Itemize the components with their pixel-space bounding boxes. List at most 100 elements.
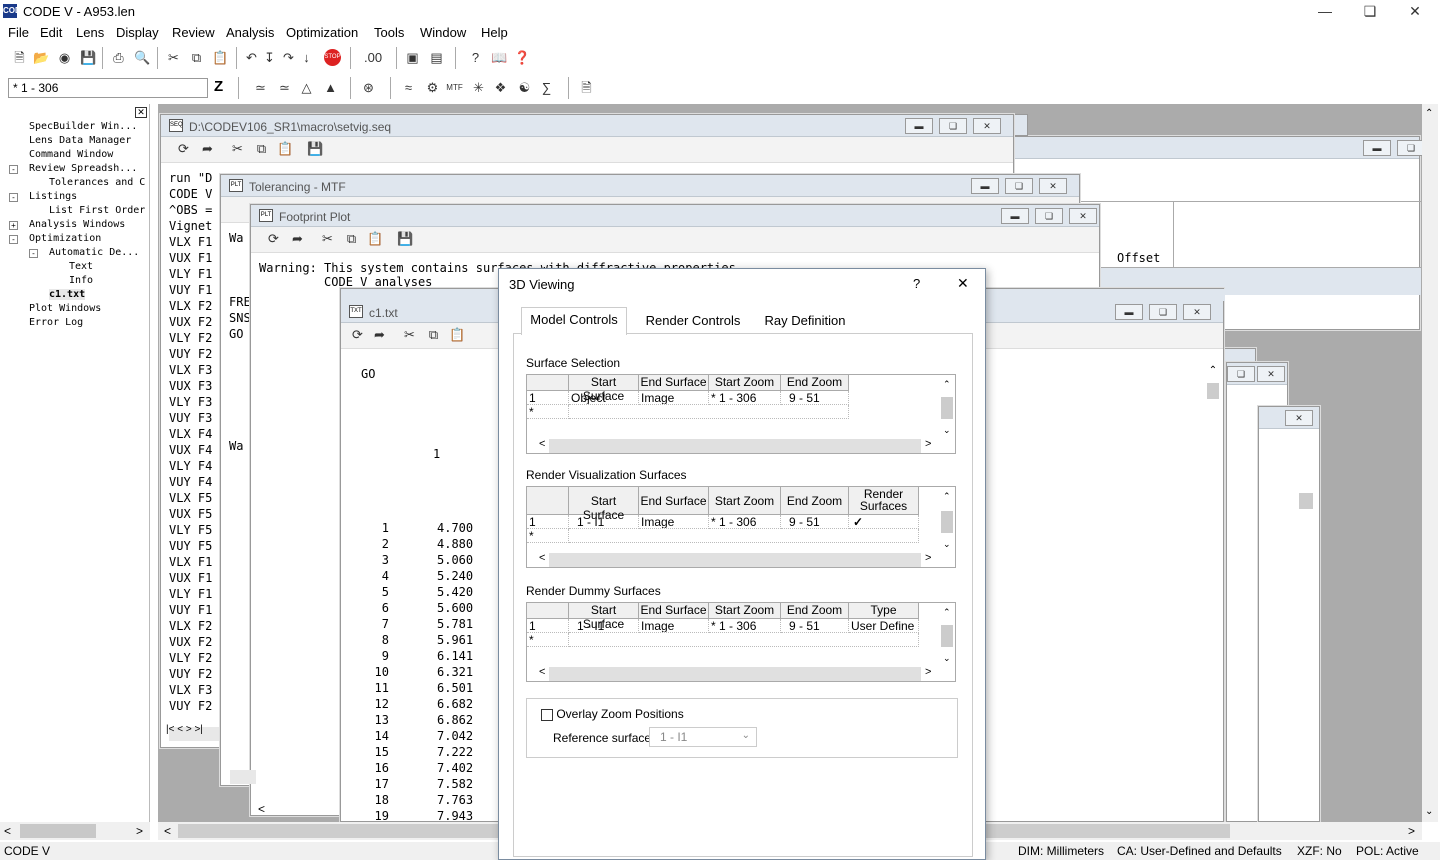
scroll-up-icon[interactable]: ⌃ <box>943 491 951 502</box>
grid-cell[interactable]: Image <box>639 515 709 529</box>
grid-cell[interactable]: 9 - 51 <box>781 515 849 529</box>
cut-icon[interactable]: ✂ <box>319 230 336 247</box>
scroll-right-icon[interactable]: > <box>1408 824 1415 838</box>
tree-item[interactable]: Lens Data Manager <box>29 135 131 146</box>
mtf-icon[interactable]: MTF <box>446 79 463 96</box>
save-icon[interactable]: 💾 <box>397 230 414 247</box>
mdi-vertical-scrollbar[interactable]: ⌃ ⌄ <box>1422 104 1438 822</box>
context-help-icon[interactable]: ❓ <box>514 49 531 66</box>
ray-fan-icon[interactable]: ≈ <box>400 79 417 96</box>
render-dummy-grid[interactable]: Start Surface End Surface Start Zoom End… <box>526 602 956 682</box>
restore-icon[interactable]: ❏ <box>939 118 967 134</box>
render-vis-grid[interactable]: Start Surface End Surface Start Zoom End… <box>526 486 956 568</box>
tree-item[interactable]: Tolerances and C <box>49 177 145 188</box>
cut-icon[interactable]: ✂ <box>401 326 418 343</box>
copy-icon[interactable]: ⧉ <box>253 140 270 157</box>
menu-edit[interactable]: Edit <box>40 25 62 40</box>
close-icon[interactable]: ✕ <box>973 118 1001 134</box>
restore-icon[interactable]: ❏ <box>1397 140 1425 156</box>
menu-tools[interactable]: Tools <box>374 25 404 40</box>
reference-surface-select[interactable]: 1 - I1 ⌄ <box>649 727 757 747</box>
close-icon[interactable]: ✕ <box>1183 304 1211 320</box>
grid-cell[interactable]: 9 - 51 <box>781 619 849 633</box>
menu-analysis[interactable]: Analysis <box>226 25 274 40</box>
tab-ray-definition[interactable]: Ray Definition <box>757 309 853 333</box>
export-icon[interactable]: ➦ <box>371 326 388 343</box>
vertical-scrollbar[interactable]: ⌃ ⌄ <box>939 487 955 553</box>
minimize-icon[interactable]: ▬ <box>971 178 999 194</box>
save-icon[interactable]: 💾 <box>80 49 97 66</box>
menu-display[interactable]: Display <box>116 25 159 40</box>
psf-icon[interactable]: ✳ <box>470 79 487 96</box>
refresh-icon[interactable]: ⟳ <box>175 140 192 157</box>
menu-window[interactable]: Window <box>420 25 466 40</box>
grid-cell[interactable]: Object <box>569 391 639 405</box>
scroll-right-icon[interactable]: > <box>925 438 931 450</box>
scroll-down-icon[interactable]: ⌄ <box>943 425 951 436</box>
menu-lens[interactable]: Lens <box>76 25 104 40</box>
paste-icon[interactable]: 📋 <box>277 140 294 157</box>
overlay-zoom-checkbox[interactable] <box>541 708 553 721</box>
copy-icon[interactable]: ⧉ <box>425 326 442 343</box>
zoom-select[interactable]: * 1 - 306 <box>8 78 208 98</box>
scroll-thumb[interactable] <box>1207 383 1219 399</box>
paste-icon[interactable]: 📋 <box>449 326 466 343</box>
distortion-icon[interactable]: ☯ <box>516 79 533 96</box>
book-icon[interactable]: 📖 <box>491 49 508 66</box>
tree-item[interactable]: List First Order <box>49 205 145 216</box>
scroll-right-icon[interactable]: > <box>925 666 931 678</box>
grid-cell[interactable]: Image <box>639 619 709 633</box>
redo-icon[interactable]: ↷ <box>280 49 297 66</box>
collapse-icon[interactable]: - <box>29 249 38 258</box>
tree-item-selected[interactable]: c1.txt <box>49 289 86 300</box>
tree-item[interactable]: Optimization <box>29 233 101 244</box>
horizontal-scrollbar[interactable] <box>549 553 921 567</box>
undo-icon[interactable]: ↶ <box>243 49 260 66</box>
scroll-up-icon[interactable]: ⌃ <box>1425 108 1433 119</box>
help-icon[interactable]: ? <box>467 49 484 66</box>
grid-cell[interactable]: 1 - I1 <box>569 515 639 529</box>
horizontal-scrollbar[interactable] <box>549 439 921 453</box>
close-icon[interactable]: ✕ <box>957 275 969 292</box>
grid-cell[interactable] <box>569 633 919 647</box>
field-curve-icon[interactable]: ❖ <box>492 79 509 96</box>
grid-cell[interactable] <box>569 405 849 419</box>
scroll-thumb[interactable] <box>941 397 953 419</box>
scroll-down-icon[interactable]: ⌄ <box>943 653 951 664</box>
minimize-icon[interactable]: ▬ <box>1363 140 1391 156</box>
scroll-left-icon[interactable]: < <box>164 824 171 838</box>
paste-icon[interactable]: 📋 <box>212 49 229 66</box>
collapse-icon[interactable]: - <box>9 165 18 174</box>
cut-icon[interactable]: ✂ <box>229 140 246 157</box>
tree-item[interactable]: Automatic De... <box>49 247 139 258</box>
collapse-icon[interactable]: - <box>9 193 18 202</box>
scroll-left-icon[interactable]: < <box>4 824 11 838</box>
grid-cell[interactable]: Image <box>639 391 709 405</box>
lens-element-icon[interactable]: ⊛ <box>360 79 377 96</box>
open-folder-icon[interactable]: 📂 <box>33 49 50 66</box>
yz-plot-icon[interactable]: ≃ <box>252 79 269 96</box>
scroll-left-icon[interactable]: < <box>539 438 545 450</box>
overlay-zoom-row[interactable]: Overlay Zoom Positions <box>541 707 684 721</box>
tab-model-controls[interactable]: Model Controls <box>521 307 627 335</box>
help-icon[interactable]: ? <box>913 276 920 291</box>
vertical-scrollbar[interactable]: ⌃ ⌄ <box>939 603 955 667</box>
minimize-icon[interactable]: — <box>1310 2 1340 20</box>
copy-icon[interactable]: ⧉ <box>188 49 205 66</box>
tree-item[interactable]: Analysis Windows <box>29 219 125 230</box>
tree-close-icon[interactable]: ✕ <box>135 107 147 118</box>
minimize-icon[interactable]: ▬ <box>1115 304 1143 320</box>
stop-icon[interactable]: STOP <box>324 49 341 66</box>
open-lens-icon[interactable]: ◉ <box>56 49 73 66</box>
scroll-thumb[interactable] <box>941 625 953 647</box>
restore-icon[interactable]: ❏ <box>1149 304 1177 320</box>
scroll-left-icon[interactable]: |< < > >| <box>166 724 203 735</box>
restore-icon[interactable]: ❏ <box>1005 178 1033 194</box>
tree-item[interactable]: Text <box>69 261 93 272</box>
copy-icon[interactable]: ⧉ <box>343 230 360 247</box>
menu-help[interactable]: Help <box>481 25 508 40</box>
paste-icon[interactable]: 📋 <box>367 230 384 247</box>
restore-icon[interactable]: ❏ <box>1035 208 1063 224</box>
export-icon[interactable]: ➦ <box>289 230 306 247</box>
print-preview-icon[interactable]: 🔍 <box>134 49 151 66</box>
